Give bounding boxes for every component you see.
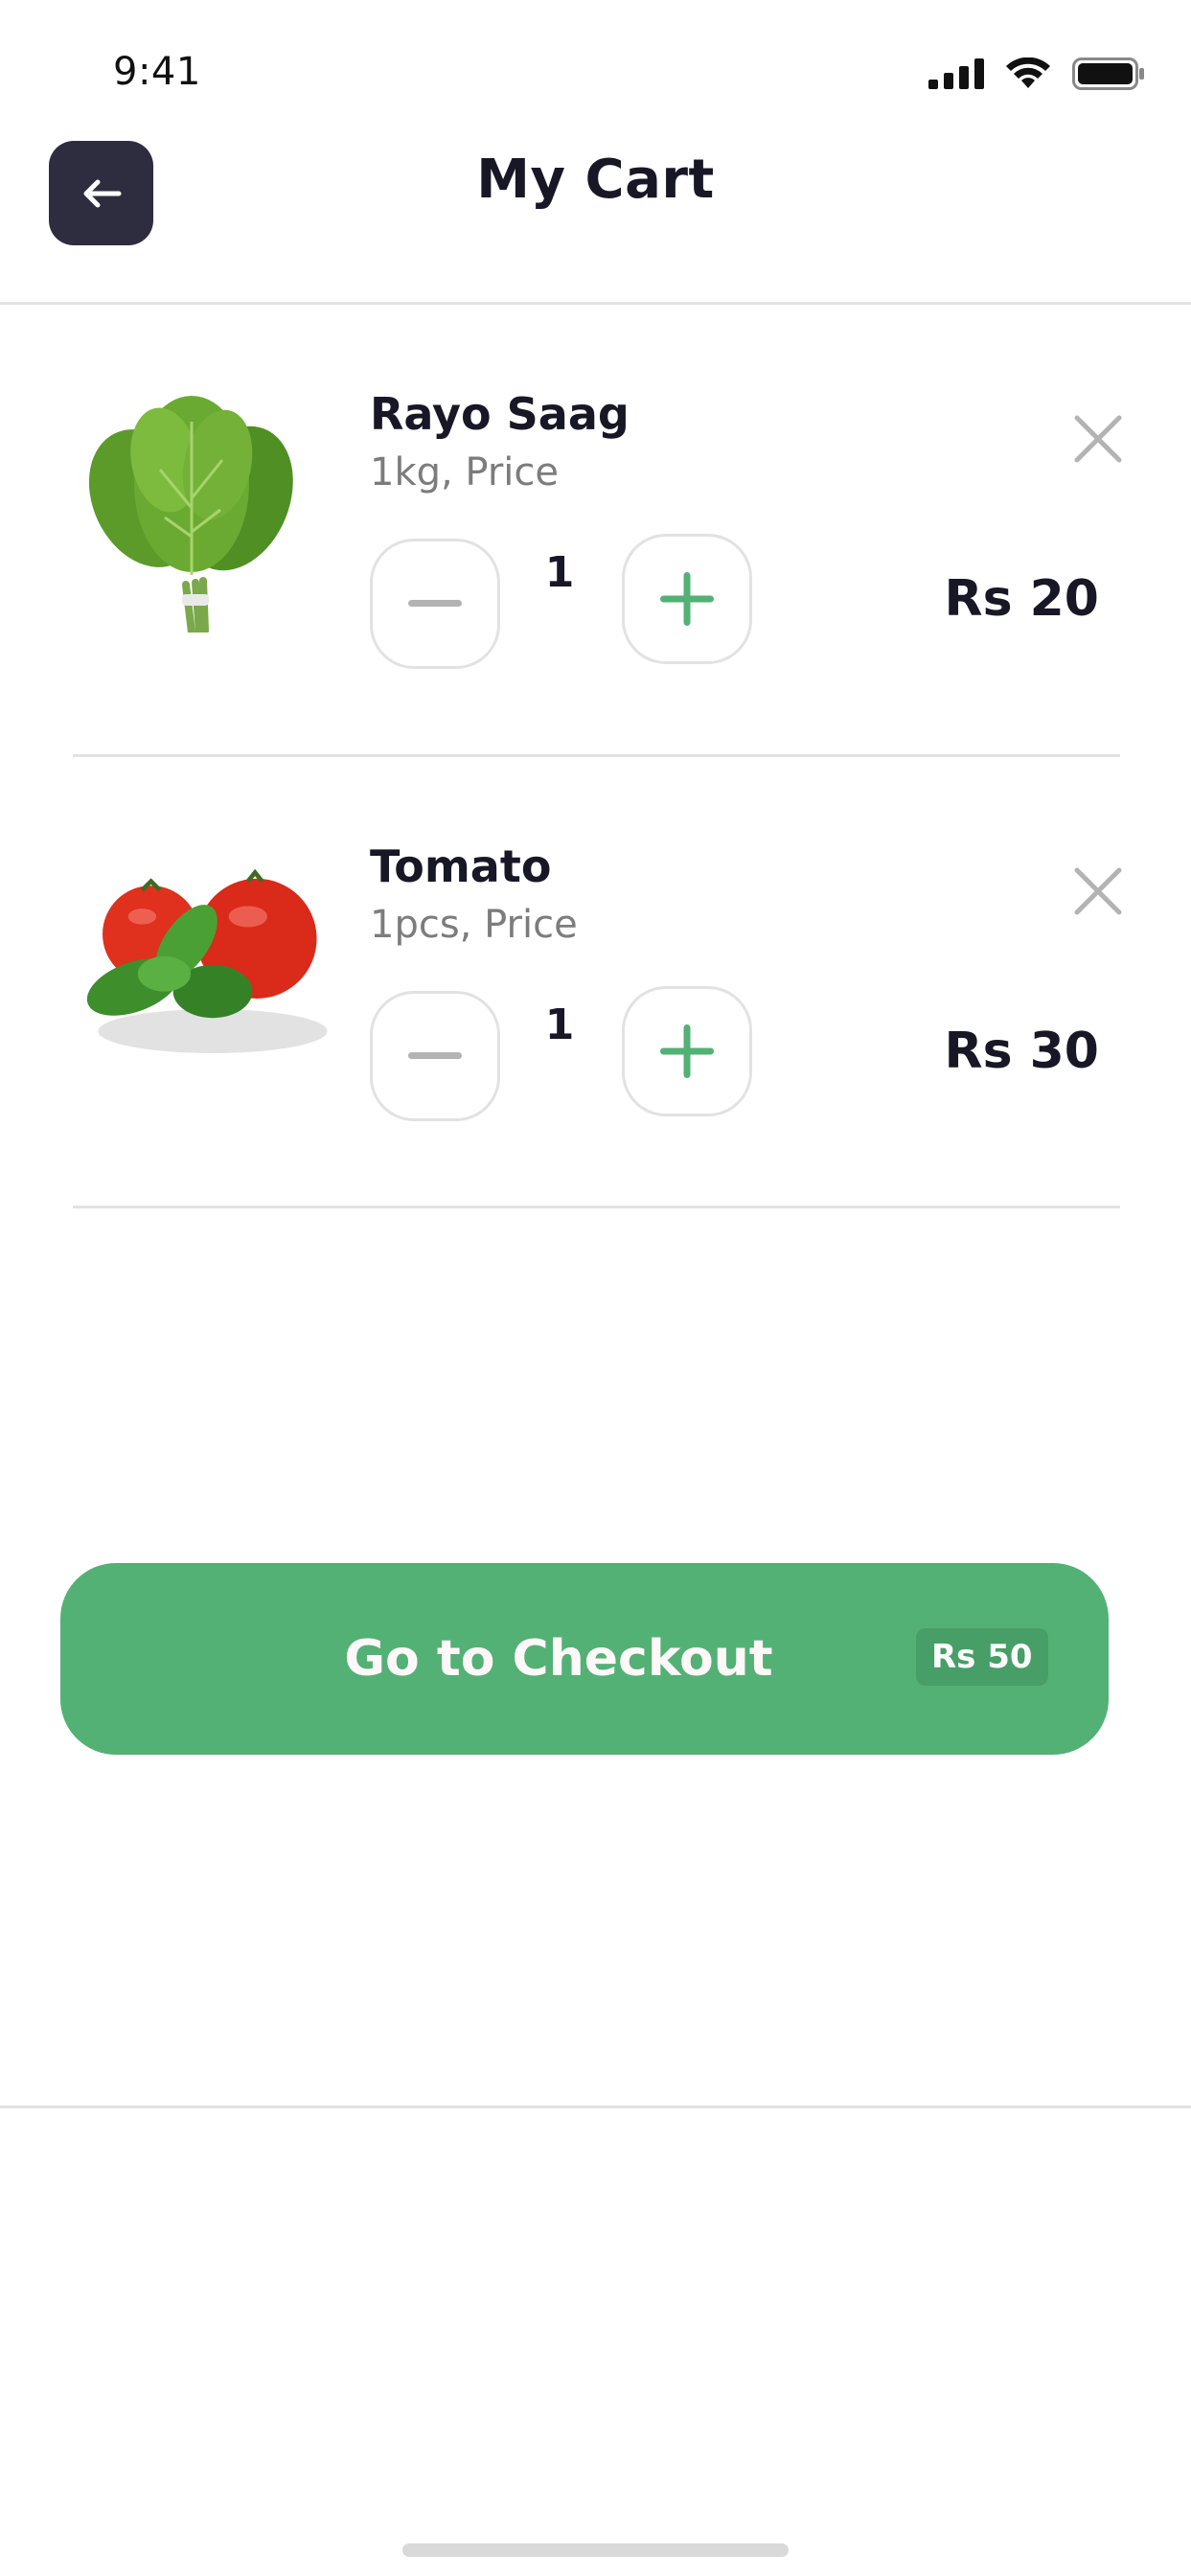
remove-item-button[interactable] xyxy=(1071,864,1125,918)
item-price: Rs 30 xyxy=(944,1023,1099,1080)
item-divider xyxy=(73,754,1120,757)
close-icon xyxy=(1074,867,1122,915)
my-cart-screen: 9:41 My Cart Rayo Saag 1kg, Price 1 Rs 2… xyxy=(0,0,1191,2576)
product-image-tomato xyxy=(86,868,328,1053)
checkout-total-badge: Rs 50 xyxy=(916,1628,1048,1686)
wifi-icon xyxy=(1006,58,1050,88)
item-name: Rayo Saag xyxy=(370,388,630,440)
minus-icon xyxy=(408,600,462,607)
checkout-label: Go to Checkout xyxy=(344,1630,773,1688)
status-time: 9:41 xyxy=(113,50,201,94)
home-indicator[interactable] xyxy=(402,2543,789,2557)
increase-quantity-button[interactable] xyxy=(622,534,752,664)
item-price: Rs 20 xyxy=(944,570,1099,628)
item-subtitle: 1kg, Price xyxy=(370,450,560,494)
header-divider xyxy=(0,302,1191,305)
status-icons xyxy=(928,58,1145,90)
item-subtitle: 1pcs, Price xyxy=(370,903,578,947)
close-icon xyxy=(1074,415,1122,463)
item-name: Tomato xyxy=(370,840,552,892)
increase-quantity-button[interactable] xyxy=(622,986,752,1116)
decrease-quantity-button[interactable] xyxy=(370,991,500,1121)
quantity-value: 1 xyxy=(544,1000,575,1049)
go-to-checkout-button[interactable]: Go to Checkout Rs 50 xyxy=(60,1563,1109,1755)
cart-item: Rayo Saag 1kg, Price 1 Rs 20 xyxy=(0,335,1191,786)
page-title: My Cart xyxy=(476,149,715,211)
plus-icon xyxy=(660,572,714,626)
bottom-divider xyxy=(0,2105,1191,2108)
battery-icon xyxy=(1072,58,1144,90)
remove-item-button[interactable] xyxy=(1071,412,1125,466)
product-image-rayo-saag xyxy=(88,396,293,632)
item-divider xyxy=(73,1206,1120,1208)
minus-icon xyxy=(408,1052,462,1059)
quantity-value: 1 xyxy=(544,548,575,597)
cart-item: Tomato 1pcs, Price 1 Rs 30 xyxy=(0,788,1191,1238)
decrease-quantity-button[interactable] xyxy=(370,539,500,669)
plus-icon xyxy=(660,1024,714,1078)
cellular-signal-icon xyxy=(928,58,984,89)
